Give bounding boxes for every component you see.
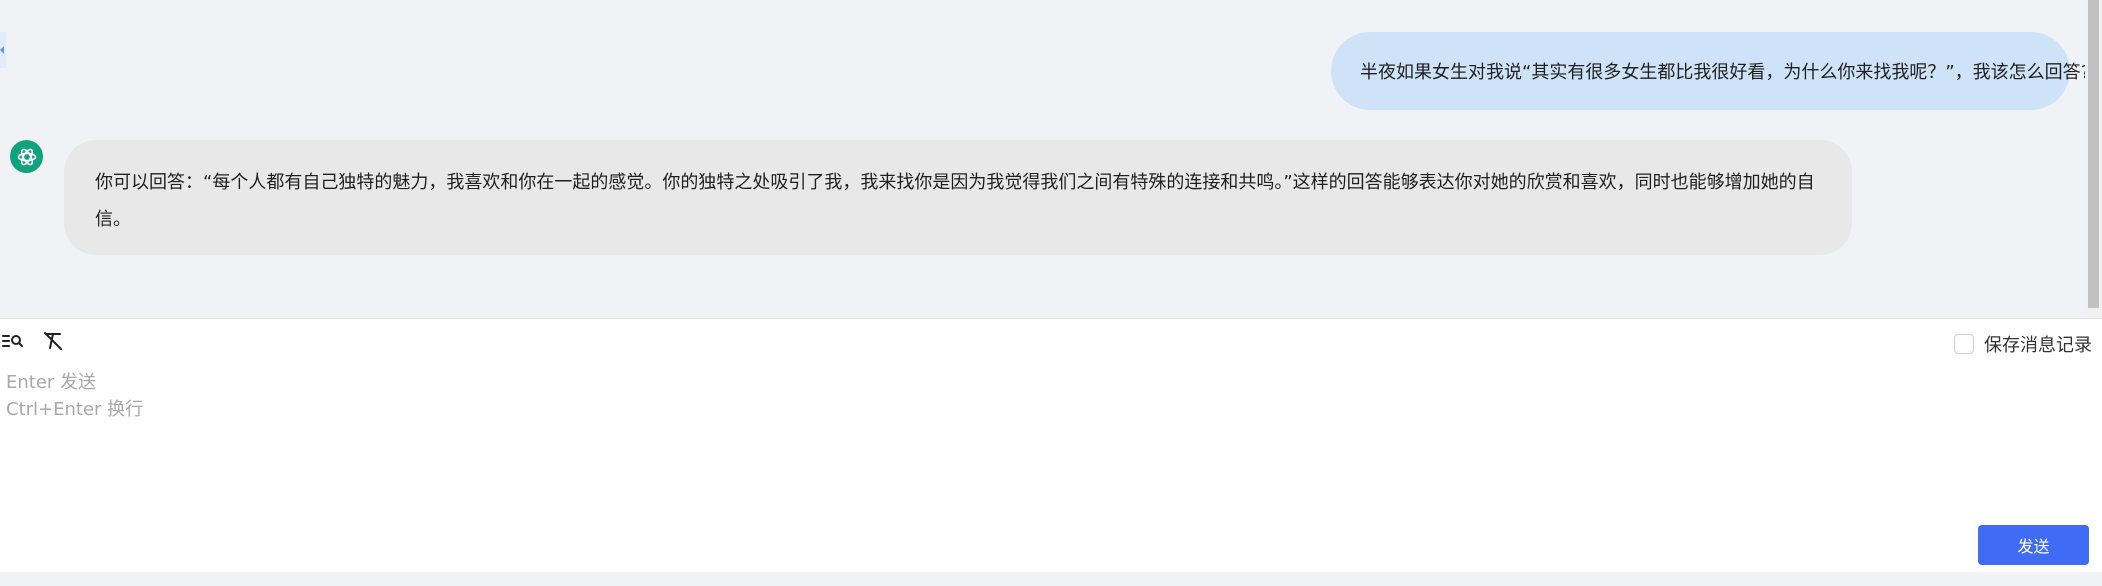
user-message-bubble: 半夜如果女生对我说“其实有很多女生都比我很好看，为什么你来找我呢？”，我该怎么回… bbox=[1331, 32, 2090, 110]
assistant-message-text: 你可以回答：“每个人都有自己独特的魅力，我喜欢和你在一起的感觉。你的独特之处吸引… bbox=[95, 172, 1815, 230]
assistant-message-bubble: 你可以回答：“每个人都有自己独特的魅力，我喜欢和你在一起的感觉。你的独特之处吸引… bbox=[64, 140, 1852, 255]
clear-format-icon[interactable] bbox=[40, 329, 66, 353]
chat-scrollbar[interactable] bbox=[2085, 0, 2102, 318]
scrollbar-thumb[interactable] bbox=[2088, 0, 2099, 308]
sidebar-toggle[interactable] bbox=[0, 32, 6, 68]
save-records-label: 保存消息记录 bbox=[1984, 335, 2092, 356]
chat-history[interactable]: 半夜如果女生对我说“其实有很多女生都比我很好看，为什么你来找我呢？”，我该怎么回… bbox=[0, 0, 2102, 318]
save-records-checkbox[interactable] bbox=[1954, 334, 1974, 354]
message-input[interactable] bbox=[0, 369, 2102, 519]
search-list-icon[interactable] bbox=[0, 329, 26, 353]
input-panel: 保存消息记录 发送 bbox=[0, 318, 2102, 572]
save-records-toggle[interactable]: 保存消息记录 bbox=[1954, 331, 2092, 357]
openai-logo-icon bbox=[10, 140, 43, 173]
send-button[interactable]: 发送 bbox=[1978, 525, 2089, 565]
chat-app: 半夜如果女生对我说“其实有很多女生都比我很好看，为什么你来找我呢？”，我该怎么回… bbox=[0, 0, 2102, 586]
user-message-text: 半夜如果女生对我说“其实有很多女生都比我很好看，为什么你来找我呢？”，我该怎么回… bbox=[1360, 62, 2091, 83]
chevron-left-icon bbox=[0, 46, 4, 54]
bottom-strip bbox=[0, 572, 2102, 586]
